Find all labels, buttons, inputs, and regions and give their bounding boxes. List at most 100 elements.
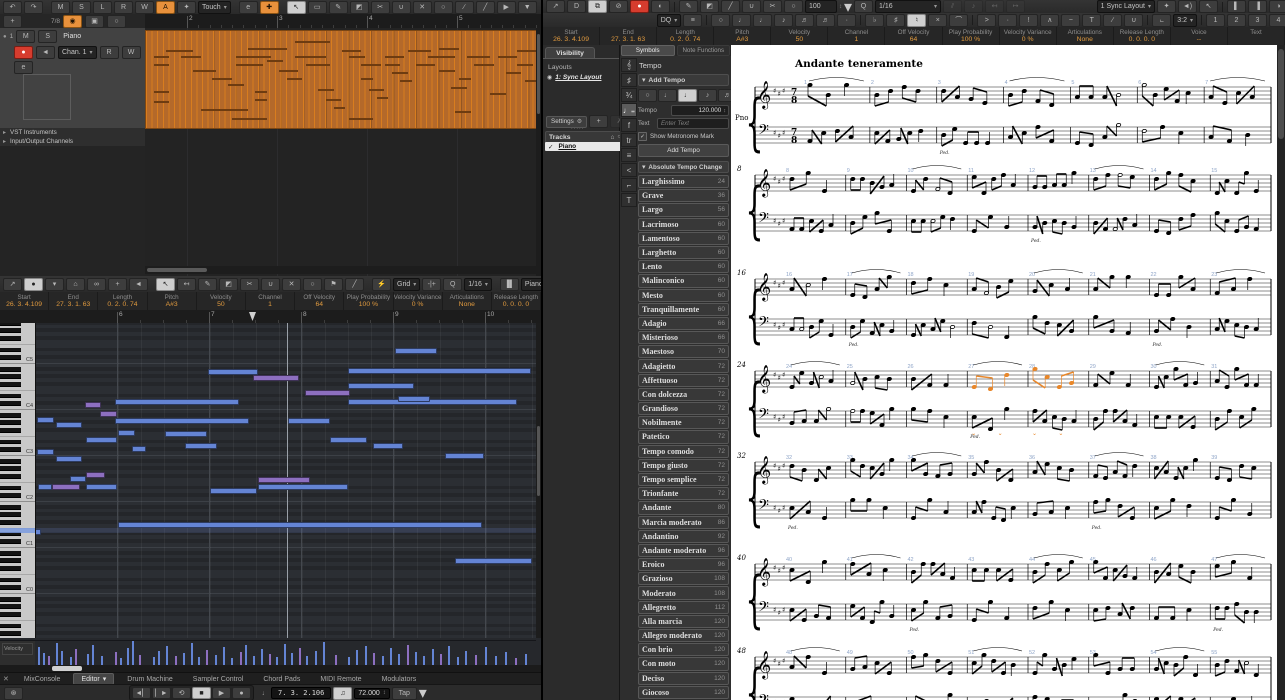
black-key[interactable]: [0, 596, 21, 602]
add-track-button[interactable]: +: [3, 14, 22, 28]
flat-button[interactable]: ♭: [865, 13, 885, 27]
velocity-bar[interactable]: [87, 654, 89, 665]
project-vscroll-thumb[interactable]: [537, 34, 540, 114]
velocity-bar[interactable]: [348, 657, 350, 665]
half-button[interactable]: ♩: [658, 89, 677, 102]
split-tool-icon[interactable]: ✂: [763, 0, 782, 13]
move-left-icon[interactable]: ↤: [985, 0, 1005, 13]
velocity-bar[interactable]: [306, 656, 308, 665]
link-icon[interactable]: ∞: [87, 277, 106, 291]
velocity-bar[interactable]: [253, 656, 255, 665]
tempo-preset-item[interactable]: Moderato 108: [638, 586, 729, 600]
key-editor-field-end[interactable]: End 27. 3. 1. 63: [49, 292, 99, 310]
key-editor-field-channel[interactable]: Channel 1: [246, 292, 296, 310]
black-key[interactable]: [0, 366, 21, 372]
black-key[interactable]: [0, 447, 21, 453]
track-edit-button[interactable]: e: [14, 61, 33, 74]
updown-button[interactable]: ∕: [1103, 13, 1123, 27]
black-key[interactable]: [0, 512, 21, 518]
black-key[interactable]: [0, 566, 21, 571]
metronome-mark-checkbox-row[interactable]: ✓ Show Metronome Mark: [638, 132, 729, 141]
midi-note[interactable]: [185, 443, 217, 449]
velocity-bar[interactable]: [495, 656, 497, 665]
black-key[interactable]: [0, 474, 21, 479]
midi-note[interactable]: [373, 443, 403, 449]
black-key[interactable]: [0, 412, 21, 418]
display-quantize-dropdown[interactable]: DQ ▾: [656, 13, 682, 27]
add-tempo-button[interactable]: Add Tempo: [638, 144, 729, 157]
velocity-bar[interactable]: [505, 652, 507, 665]
read-all-button[interactable]: R: [114, 0, 133, 14]
automation-mode-dropdown[interactable]: Touch ▾: [198, 0, 231, 14]
score-field-velocity-variance[interactable]: Velocity Variance 0 %: [1000, 27, 1057, 45]
constrain-delay-icon[interactable]: ⊛: [4, 686, 23, 700]
time-signature-icon[interactable]: ¾: [621, 88, 637, 102]
midi-note[interactable]: [288, 418, 330, 424]
black-key[interactable]: [0, 355, 21, 361]
zoom-tool-icon[interactable]: ○: [303, 277, 322, 291]
quantize-dropdown[interactable]: 1/16 ▾: [464, 277, 492, 291]
zoom-tool-icon[interactable]: ○: [433, 0, 453, 14]
black-key[interactable]: [0, 382, 21, 387]
velocity-bar[interactable]: [525, 654, 527, 665]
midi-note[interactable]: [208, 369, 258, 375]
tuplet-dropdown[interactable]: 3:2 ▾: [1173, 13, 1197, 27]
undo-icon[interactable]: ↶: [3, 0, 22, 14]
note-grid[interactable]: [35, 323, 536, 638]
midi-note[interactable]: [56, 422, 82, 428]
tempo-text-field[interactable]: Enter Text: [657, 118, 729, 129]
lower-zone-tab-chord-pads[interactable]: Chord Pads: [256, 674, 307, 684]
half-note-button[interactable]: ♩: [732, 13, 752, 27]
velocity-bar[interactable]: [198, 657, 200, 665]
track-record-button[interactable]: ●: [14, 46, 33, 59]
tempo-preset-item[interactable]: Con dolcezza 72: [638, 387, 729, 401]
velocity-bar[interactable]: [291, 653, 293, 665]
black-key[interactable]: [0, 520, 21, 525]
windows-icon[interactable]: ⧉: [588, 0, 607, 13]
quantize-dropdown[interactable]: 1/16 ▾: [875, 0, 942, 13]
velocity-bar[interactable]: [61, 651, 63, 665]
draw-tool-icon[interactable]: ✎: [198, 277, 217, 291]
key-editor-hscrollbar[interactable]: [0, 665, 541, 672]
erase-tool-icon[interactable]: ◩: [219, 277, 238, 291]
velocity-bar[interactable]: [115, 652, 117, 665]
track-visibility-item[interactable]: ✓ Piano: [545, 142, 623, 151]
cross-hair-icon[interactable]: ✦: [1157, 0, 1176, 13]
velocity-bar[interactable]: [132, 641, 134, 665]
score-field-velocity[interactable]: Velocity 50: [771, 27, 829, 45]
write-all-button[interactable]: W: [135, 0, 154, 14]
quarter-button[interactable]: ♩: [678, 89, 697, 102]
draw-tool-icon[interactable]: ✎: [328, 0, 348, 14]
velocity-bar[interactable]: [43, 653, 45, 665]
midi-note[interactable]: [100, 411, 117, 417]
track-solo-button[interactable]: S: [38, 30, 58, 43]
layout-item-sync[interactable]: ◉ 1: Sync Layout: [547, 74, 601, 81]
lower-zone-tab-drum-machine[interactable]: Drum Machine: [120, 674, 180, 684]
marcato-button[interactable]: !: [1019, 13, 1039, 27]
ubow-button[interactable]: ∪: [1124, 13, 1144, 27]
pin-icon[interactable]: ↗: [546, 0, 565, 13]
black-key[interactable]: [0, 458, 21, 464]
track-channel-dropdown[interactable]: Chan. 1 ▾: [58, 46, 97, 59]
pin-icon[interactable]: ↗: [3, 277, 22, 291]
midi-note[interactable]: [115, 399, 239, 405]
automation-panel-icon[interactable]: ✦: [177, 0, 196, 14]
dot-button[interactable]: ·: [837, 13, 857, 27]
black-key[interactable]: [0, 504, 21, 510]
velocity-bar[interactable]: [206, 650, 208, 665]
go-to-end-button[interactable]: ▏►: [152, 687, 171, 699]
move-right-icon[interactable]: ↦: [1006, 0, 1026, 13]
add-layout-button[interactable]: +: [589, 115, 609, 128]
sharp-button[interactable]: ♯: [886, 13, 906, 27]
clef-icon[interactable]: 𝄞: [621, 58, 637, 72]
tempo-preset-item[interactable]: Patetico 72: [638, 430, 729, 444]
symbols-tab-symbols[interactable]: Symbols: [621, 45, 675, 56]
text-icon[interactable]: T: [621, 193, 637, 207]
black-key[interactable]: [0, 577, 21, 583]
lower-zone-tab-mixconsole[interactable]: MixConsole: [17, 674, 68, 684]
velocity-bar[interactable]: [315, 651, 317, 665]
midi-note[interactable]: [330, 437, 367, 443]
tempo-preset-item[interactable]: Giocoso 120: [638, 685, 729, 699]
velocity-bar[interactable]: [323, 642, 325, 665]
velocity-bar[interactable]: [70, 657, 72, 665]
